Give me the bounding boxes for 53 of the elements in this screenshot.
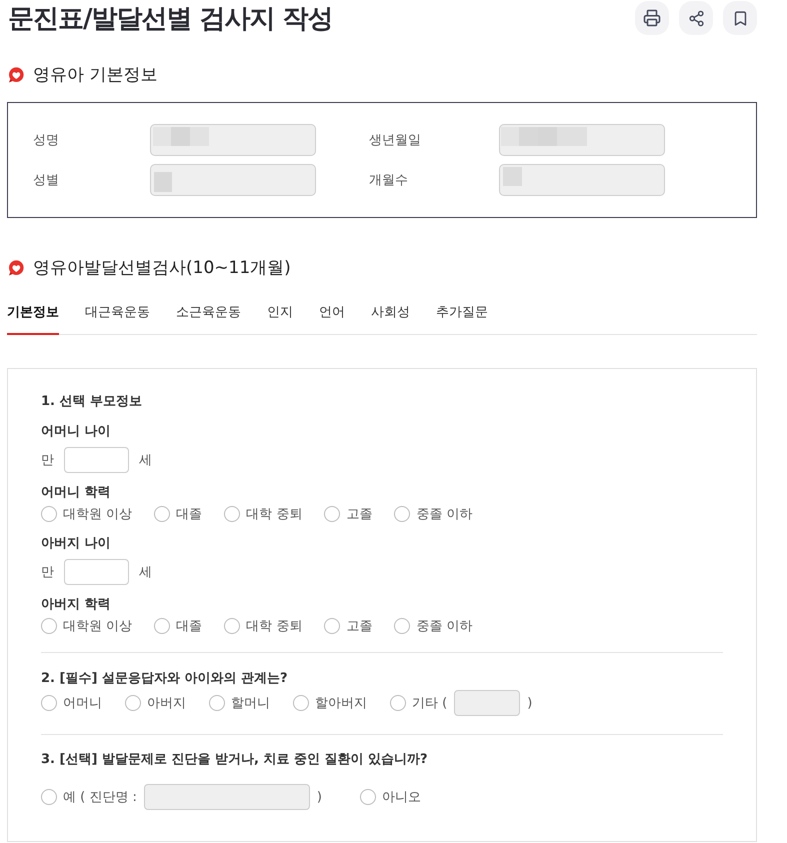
field-label: 아버지 나이 bbox=[41, 535, 112, 553]
field-label: 어머니 나이 bbox=[41, 423, 112, 441]
blurred-text-icon bbox=[503, 167, 522, 186]
age-input[interactable] bbox=[64, 559, 129, 585]
printer-icon bbox=[643, 9, 661, 27]
question-title: 3. [선택] 발달문제로 진단을 받거나, 치료 중인 질환이 있습니까? bbox=[41, 751, 429, 769]
age-input[interactable] bbox=[64, 447, 129, 473]
tab[interactable]: 대근육운동 bbox=[85, 297, 150, 335]
radio-option[interactable]: 대학 중퇴 bbox=[224, 505, 302, 523]
tab[interactable]: 기본정보 bbox=[7, 297, 59, 335]
radio-option[interactable]: 대학원 이상 bbox=[41, 505, 132, 523]
radio-option[interactable]: 대학 중퇴 bbox=[224, 617, 302, 635]
field-label: 성명 bbox=[33, 132, 60, 149]
radio-option[interactable]: 할아버지 bbox=[293, 694, 367, 712]
age-prefix-text: 만 bbox=[41, 452, 54, 469]
blurred-text-icon bbox=[153, 127, 209, 146]
field-label: 아버지 학력 bbox=[41, 596, 112, 614]
section-heading: 영유아발달선별검사(10~11개월) bbox=[33, 257, 291, 279]
tab[interactable]: 인지 bbox=[267, 297, 293, 335]
field-label: 성별 bbox=[33, 172, 60, 189]
radio-option[interactable]: 아니오 bbox=[360, 788, 421, 806]
field-label: 생년월일 bbox=[369, 132, 422, 149]
radio-option[interactable]: 기타 ( bbox=[390, 694, 448, 712]
print-button[interactable] bbox=[635, 1, 669, 35]
tab[interactable]: 추가질문 bbox=[436, 297, 488, 335]
question-title: 2. [필수] 설문응답자와 아이와의 관계는? bbox=[41, 670, 289, 688]
radio-option[interactable]: 중졸 이하 bbox=[394, 617, 472, 635]
closing-paren-text: ) bbox=[527, 696, 532, 710]
bookmark-button[interactable] bbox=[723, 1, 757, 35]
radio-option[interactable]: 아버지 bbox=[125, 694, 186, 712]
tab[interactable]: 소근육운동 bbox=[176, 297, 241, 335]
section-heading: 영유아 기본정보 bbox=[33, 64, 158, 86]
question-title: 1. 선택 부모정보 bbox=[41, 393, 144, 411]
radio-option[interactable]: 중졸 이하 bbox=[394, 505, 472, 523]
age-unit-text: 세 bbox=[139, 452, 152, 469]
share-icon bbox=[688, 10, 704, 26]
radio-option[interactable]: 대졸 bbox=[154, 617, 202, 635]
tab[interactable]: 언어 bbox=[319, 297, 345, 335]
share-button[interactable] bbox=[679, 1, 713, 35]
page-title: 문진표/발달선별 검사지 작성 bbox=[8, 2, 333, 36]
radio-option[interactable]: 할머니 bbox=[209, 694, 270, 712]
tab[interactable]: 사회성 bbox=[371, 297, 410, 335]
radio-option[interactable]: 고졸 bbox=[324, 617, 372, 635]
age-unit-text: 세 bbox=[139, 564, 152, 581]
field-label: 개월수 bbox=[369, 172, 409, 189]
closing-paren-text: ) bbox=[316, 790, 322, 804]
age-prefix-text: 만 bbox=[41, 564, 54, 581]
radio-option[interactable]: 대학원 이상 bbox=[41, 617, 132, 635]
field-label: 어머니 학력 bbox=[41, 484, 112, 502]
radio-option[interactable]: 대졸 bbox=[154, 505, 202, 523]
radio-option[interactable]: 어머니 bbox=[41, 694, 102, 712]
radio-option[interactable]: 고졸 bbox=[324, 505, 372, 523]
radio-option[interactable]: 예 ( 진단명 : bbox=[41, 788, 137, 806]
